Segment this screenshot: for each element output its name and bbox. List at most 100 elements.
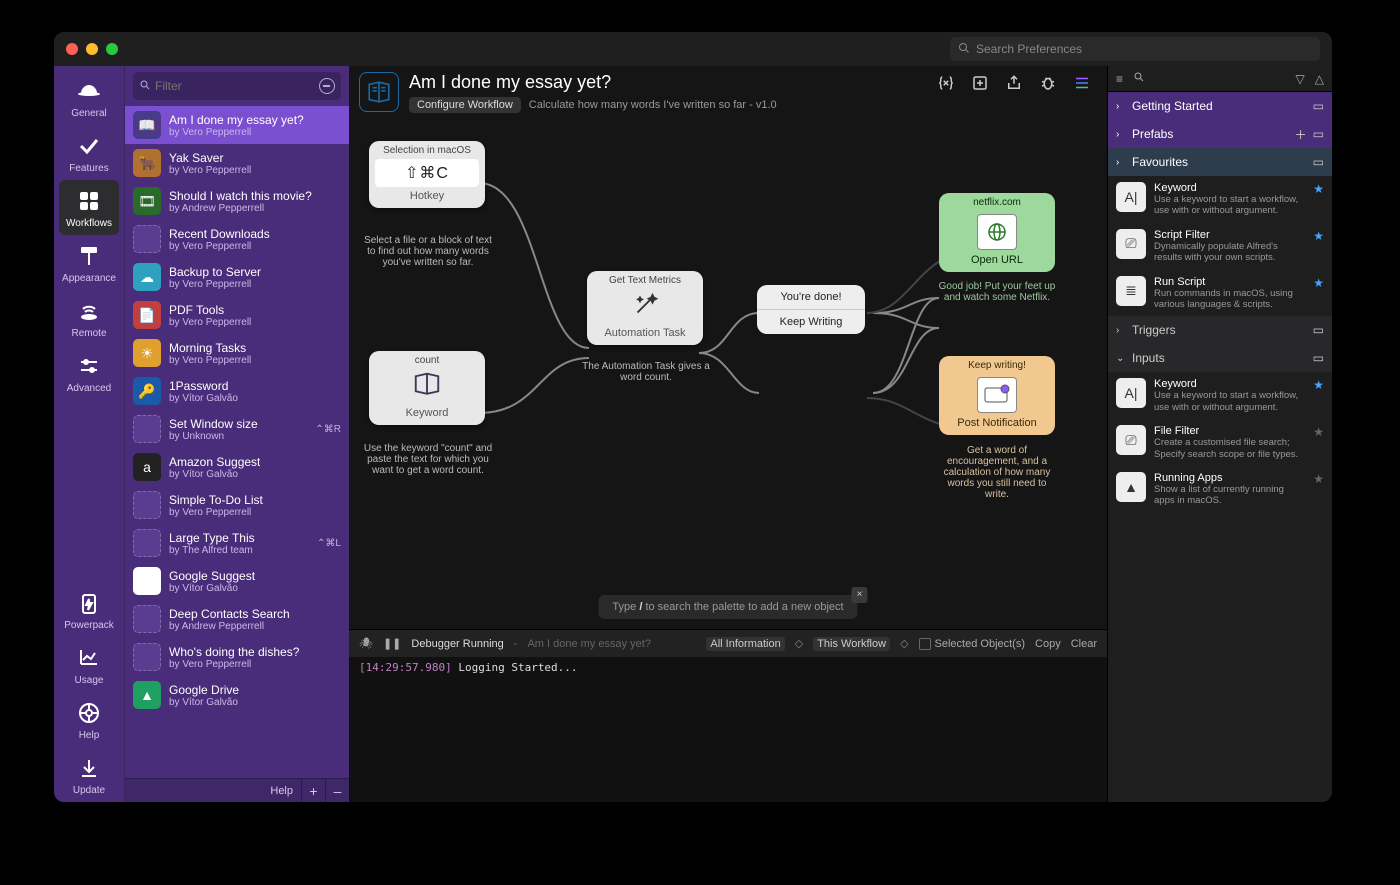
palette-item-title: Run Script (1154, 276, 1305, 288)
favourite-star-icon[interactable]: ★ (1313, 378, 1324, 392)
window-icon[interactable]: ▭ (1313, 99, 1324, 113)
collapse-up-icon[interactable]: △ (1315, 72, 1324, 86)
rail-workflows[interactable]: Workflows (59, 180, 119, 235)
debug-info-select[interactable]: All Information (706, 637, 784, 651)
workflow-row[interactable]: Large Type Thisby The Alfred team⌃⌘L (125, 524, 349, 562)
workflow-row[interactable]: 🎞Should I watch this movie?by Andrew Pep… (125, 182, 349, 220)
debug-icon[interactable] (1037, 72, 1059, 94)
rail-features[interactable]: Features (59, 125, 119, 180)
workflow-row[interactable]: ▲Google Driveby Vítor Galvão (125, 676, 349, 714)
zoom-window-button[interactable] (106, 43, 118, 55)
close-hint-button[interactable]: × (852, 587, 868, 603)
add-workflow-button[interactable]: + (301, 779, 325, 802)
node-hotkey[interactable]: Selection in macOS ⇧⌘C Hotkey (369, 141, 485, 208)
palette-item[interactable]: ⎚Script FilterDynamically populate Alfre… (1108, 223, 1332, 270)
workflow-author: by Vero Pepperrell (169, 355, 251, 366)
node-post-notification[interactable]: Keep writing! Post Notification (939, 356, 1055, 435)
workflow-thumb: G (133, 567, 161, 595)
rail-appearance[interactable]: Appearance (59, 235, 119, 290)
rail-powerpack[interactable]: Powerpack (59, 582, 119, 637)
configure-workflow-button[interactable]: Configure Workflow (409, 97, 521, 113)
workflow-row[interactable]: 🔑1Passwordby Vítor Galvão (125, 372, 349, 410)
workflow-row[interactable]: Who's doing the dishes?by Vero Pepperrel… (125, 638, 349, 676)
node-decision[interactable]: You're done! Keep Writing (757, 285, 865, 334)
add-icon[interactable]: ＋ (1295, 126, 1307, 143)
window-icon[interactable]: ▭ (1313, 351, 1324, 365)
minimize-window-button[interactable] (86, 43, 98, 55)
debugger-toolbar: 🕷 ❚❚ Debugger Running - Am I done my ess… (349, 629, 1107, 657)
workflow-author: by Vero Pepperrell (169, 279, 261, 290)
workflow-thumb (133, 529, 161, 557)
favourite-star-icon[interactable]: ★ (1313, 182, 1324, 196)
workflow-row[interactable]: ☁Backup to Serverby Vero Pepperrell (125, 258, 349, 296)
palette-item-desc: Show a list of currently running apps in… (1154, 484, 1305, 507)
debug-scope-select[interactable]: This Workflow (813, 637, 890, 651)
palette-toggle-icon[interactable] (1071, 72, 1093, 94)
rail-usage[interactable]: Usage (59, 637, 119, 692)
workflow-row[interactable]: Recent Downloadsby Vero Pepperrell (125, 220, 349, 258)
clear-filter-button[interactable] (319, 78, 335, 94)
workflow-author: by Vero Pepperrell (169, 317, 251, 328)
rail-remote[interactable]: Remote (59, 290, 119, 345)
workflow-row[interactable]: Set Window sizeby Unknown⌃⌘R (125, 410, 349, 448)
palette-item[interactable]: ≣Run ScriptRun commands in macOS, using … (1108, 270, 1332, 317)
window-icon[interactable]: ▭ (1313, 127, 1324, 141)
workflow-row[interactable]: 📖Am I done my essay yet?by Vero Pepperre… (125, 106, 349, 144)
battery-icon (72, 588, 106, 618)
palette-section[interactable]: ›Getting Started▭ (1108, 92, 1332, 120)
favourite-star-icon[interactable]: ★ (1313, 276, 1324, 290)
favourite-star-icon[interactable]: ★ (1313, 472, 1324, 486)
palette-item[interactable]: A|KeywordUse a keyword to start a workfl… (1108, 372, 1332, 419)
variables-icon[interactable] (935, 72, 957, 94)
rail-general[interactable]: General (59, 70, 119, 125)
workflow-thumb (133, 415, 161, 443)
workflow-row[interactable]: GGoogle Suggestby Vítor Galvão (125, 562, 349, 600)
workflow-row[interactable]: Deep Contacts Searchby Andrew Pepperrell (125, 600, 349, 638)
selected-objects-checkbox[interactable]: Selected Object(s) (919, 638, 1025, 650)
grid-icon (72, 186, 106, 216)
workflow-author: by Vítor Galvão (169, 697, 239, 708)
workflow-filter[interactable] (133, 72, 341, 100)
debug-clear-button[interactable]: Clear (1071, 638, 1097, 650)
help-button[interactable]: Help (125, 785, 301, 797)
workflow-row[interactable]: aAmazon Suggestby Vítor Galvão (125, 448, 349, 486)
node-open-url[interactable]: netflix.com Open URL (939, 193, 1055, 272)
node-keyword[interactable]: count Keyword (369, 351, 485, 425)
remove-workflow-button[interactable]: – (325, 779, 349, 802)
export-icon[interactable] (1003, 72, 1025, 94)
palette-section[interactable]: ›Favourites▭ (1108, 148, 1332, 176)
node-automation-task[interactable]: Get Text Metrics Automation Task (587, 271, 703, 345)
workflow-row[interactable]: ☀Morning Tasksby Vero Pepperrell (125, 334, 349, 372)
palette-item[interactable]: ⎚File FilterCreate a customised file sea… (1108, 419, 1332, 466)
workflow-row[interactable]: 🐂Yak Saverby Vero Pepperrell (125, 144, 349, 182)
list-icon[interactable]: ≡ (1116, 72, 1123, 86)
palette-item[interactable]: A|KeywordUse a keyword to start a workfl… (1108, 176, 1332, 223)
debug-copy-button[interactable]: Copy (1035, 638, 1061, 650)
window-icon[interactable]: ▭ (1313, 155, 1324, 169)
workflow-row[interactable]: Simple To-Do Listby Vero Pepperrell (125, 486, 349, 524)
workflow-row[interactable]: 📄PDF Toolsby Vero Pepperrell (125, 296, 349, 334)
workflow-canvas[interactable]: Selection in macOS ⇧⌘C Hotkey Select a f… (349, 123, 1107, 629)
search-preferences[interactable]: Search Preferences (950, 37, 1320, 61)
palette-item-desc: Create a customised file search; Specify… (1154, 437, 1305, 460)
close-window-button[interactable] (66, 43, 78, 55)
window-icon[interactable]: ▭ (1313, 323, 1324, 337)
open-folder-icon[interactable] (969, 72, 991, 94)
rail-advanced[interactable]: Advanced (59, 345, 119, 400)
search-icon[interactable] (1133, 71, 1145, 86)
favourite-star-icon[interactable]: ★ (1313, 425, 1324, 439)
collapse-down-icon[interactable]: ▽ (1296, 72, 1305, 86)
debug-bug-icon[interactable]: 🕷 (359, 637, 373, 650)
object-palette: ≡ ▽ △ ›Getting Started▭›Prefabs＋▭›Favour… (1107, 66, 1332, 802)
palette-section[interactable]: ⌄Inputs▭ (1108, 344, 1332, 372)
rail-help[interactable]: Help (59, 692, 119, 747)
favourite-star-icon[interactable]: ★ (1313, 229, 1324, 243)
rail-update[interactable]: Update (59, 747, 119, 802)
palette-item[interactable]: ▲Running AppsShow a list of currently ru… (1108, 466, 1332, 513)
filter-input[interactable] (155, 79, 315, 93)
debug-pause-icon[interactable]: ❚❚ (383, 637, 401, 650)
palette-section[interactable]: ›Triggers▭ (1108, 316, 1332, 344)
preferences-rail: General Features Workflows Appearance (54, 66, 124, 802)
palette-section[interactable]: ›Prefabs＋▭ (1108, 120, 1332, 148)
palette-item-title: Keyword (1154, 182, 1305, 194)
